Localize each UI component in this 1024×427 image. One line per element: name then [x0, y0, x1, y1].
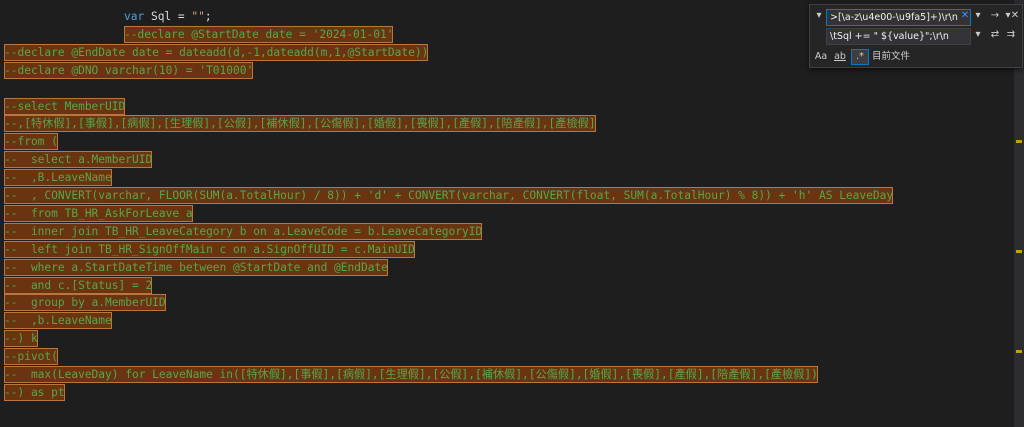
- code-token: -- select a.MemberUID: [4, 153, 153, 167]
- match-case-toggle[interactable]: Aa: [813, 49, 829, 65]
- code-token: --from (: [4, 135, 58, 149]
- code-line[interactable]: -- from TB_HR_AskForLeave a: [4, 204, 193, 222]
- code-line[interactable]: -- inner join TB_HR_LeaveCategory b on a…: [4, 222, 483, 240]
- code-token: --declare @DNO varchar(10) = 'T01000': [4, 63, 254, 77]
- whole-word-toggle[interactable]: ab: [832, 49, 848, 65]
- code-line[interactable]: -- ,B.LeaveName: [4, 169, 112, 187]
- code-line[interactable]: -- max(LeaveDay) for LeaveName in([特休假],…: [4, 366, 818, 383]
- replace-input[interactable]: \tSql += " ${value}";\r\n: [826, 28, 971, 45]
- close-icon[interactable]: ✕: [1010, 9, 1020, 23]
- code-line[interactable]: --declare @EndDate date = dateadd(d,-1,d…: [4, 43, 429, 61]
- code-line[interactable]: --from (: [4, 133, 58, 151]
- find-input[interactable]: >[\a-z\u4e00-\u9fa5]+)\r\n: [826, 9, 971, 26]
- code-line[interactable]: --select MemberUID: [4, 97, 126, 115]
- clear-search-icon[interactable]: ✕: [958, 9, 972, 23]
- code-token: -- ,B.LeaveName: [4, 171, 112, 185]
- code-token: -- from TB_HR_AskForLeave a: [4, 206, 193, 220]
- code-token: --select MemberUID: [4, 99, 126, 113]
- code-line[interactable]: -- left join TB_HR_SignOffMain c on a.Si…: [4, 240, 415, 258]
- scrollbar-find-marker: [1016, 250, 1022, 253]
- search-scope-select[interactable]: 目前文件: [872, 49, 932, 65]
- code-token: --) k: [4, 332, 38, 346]
- code-line[interactable]: -- group by a.MemberUID: [4, 294, 166, 312]
- find-history-dropdown-icon[interactable]: ▾: [971, 9, 985, 23]
- code-token: -- inner join TB_HR_LeaveCategory b on a…: [4, 224, 483, 238]
- code-token: --declare @EndDate date = dateadd(d,-1,d…: [4, 45, 429, 59]
- replace-next-icon[interactable]: ⇄: [988, 28, 1002, 42]
- code-line[interactable]: -- , CONVERT(varchar, FLOOR(SUM(a.TotalH…: [4, 187, 894, 204]
- code-line[interactable]: -- where a.StartDateTime between @StartD…: [4, 258, 388, 276]
- code-line[interactable]: --declare @DNO varchar(10) = 'T01000': [4, 61, 254, 79]
- code-line[interactable]: -- and c.[Status] = 2: [4, 276, 153, 294]
- code-token: "": [191, 10, 205, 23]
- replace-all-icon[interactable]: ⇉: [1004, 28, 1018, 42]
- code-line[interactable]: --) k: [4, 330, 38, 348]
- code-line[interactable]: --) as pt: [4, 383, 65, 401]
- code-token: --declare @StartDate date = '2024-01-01': [124, 27, 394, 41]
- code-line[interactable]: --declare @StartDate date = '2024-01-01': [124, 25, 394, 43]
- find-replace-widget: ▾ >[\a-z\u4e00-\u9fa5]+)\r\n ✕ ▾ → ▾ ✕ \…: [809, 4, 1023, 68]
- code-line[interactable]: --,[特休假],[事假],[病假],[生理假],[公假],[補休假],[公傷假…: [4, 115, 596, 133]
- code-line[interactable]: var Sql = "";: [124, 8, 212, 25]
- code-token: --,[特休假],[事假],[病假],[生理假],[公假],[補休假],[公傷假…: [4, 117, 596, 131]
- code-line[interactable]: -- ,b.LeaveName: [4, 312, 112, 330]
- code-line[interactable]: -- select a.MemberUID: [4, 151, 153, 169]
- code-token: --) as pt: [4, 385, 65, 399]
- code-token: -- ,b.LeaveName: [4, 314, 112, 328]
- scrollbar-find-marker: [1016, 350, 1022, 353]
- code-token: -- group by a.MemberUID: [4, 296, 166, 310]
- code-token: -- left join TB_HR_SignOffMain c on a.Si…: [4, 242, 415, 256]
- code-token: -- , CONVERT(varchar, FLOOR(SUM(a.TotalH…: [4, 189, 894, 202]
- code-line[interactable]: --pivot(: [4, 348, 58, 366]
- code-token: -- where a.StartDateTime between @StartD…: [4, 260, 388, 274]
- scrollbar-find-marker: [1016, 140, 1022, 143]
- code-token: var: [124, 10, 145, 23]
- code-token: -- max(LeaveDay) for LeaveName in([特休假],…: [4, 368, 818, 381]
- replace-history-dropdown-icon[interactable]: ▾: [971, 28, 985, 42]
- find-next-icon[interactable]: →: [988, 9, 1002, 23]
- toggle-replace-icon[interactable]: ▾: [812, 9, 826, 23]
- code-token: --pivot(: [4, 350, 58, 364]
- code-token: Sql =: [144, 10, 192, 23]
- code-token: -- and c.[Status] = 2: [4, 278, 153, 292]
- code-token: ;: [204, 10, 212, 23]
- regex-toggle[interactable]: .*: [851, 49, 869, 65]
